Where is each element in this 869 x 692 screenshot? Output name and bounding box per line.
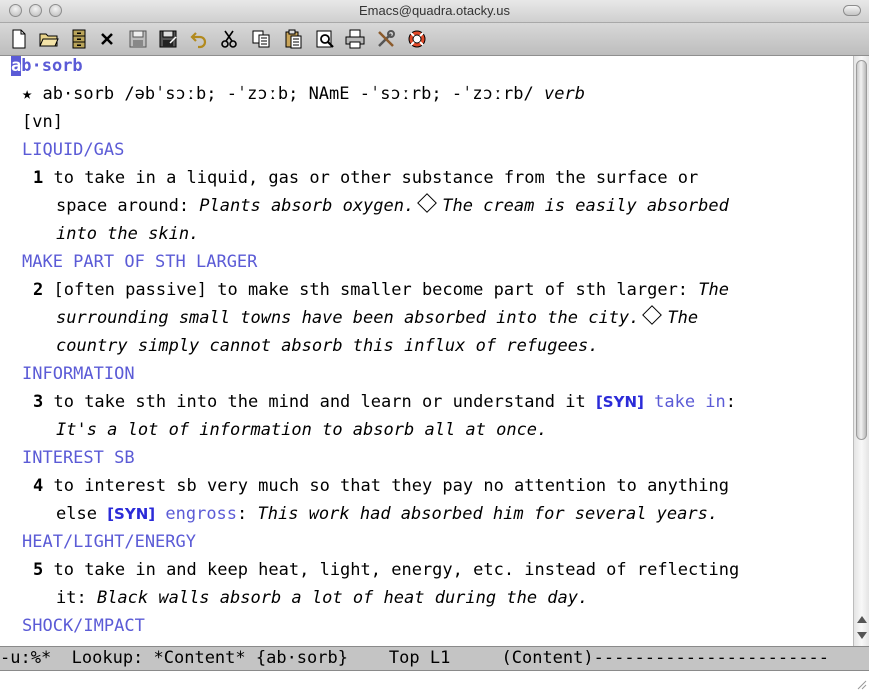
emacs-window: Emacs@quadra.otacky.us ab·sorb ★ ab·sorb… (0, 0, 869, 692)
save-icon[interactable] (127, 28, 149, 50)
dired-cabinet-icon[interactable] (68, 28, 90, 50)
scroll-thumb[interactable] (856, 60, 867, 440)
scroll-down-arrow-icon[interactable] (857, 632, 867, 639)
search-icon[interactable] (314, 28, 336, 50)
minibuffer[interactable] (0, 671, 869, 692)
example-separator-icon (642, 305, 663, 325)
sense-2-line-2: surrounding small towns have been absorb… (56, 304, 698, 332)
sense-1-line-1: 1 to take in a liquid, gas or other subs… (33, 168, 699, 188)
section-label: INTEREST SB (22, 448, 135, 468)
resize-grip-icon[interactable] (855, 678, 867, 690)
example-separator-icon (417, 193, 438, 213)
toolbar (0, 23, 869, 56)
open-folder-icon[interactable] (38, 28, 60, 50)
vertical-scrollbar[interactable] (853, 56, 869, 646)
preferences-icon[interactable] (375, 28, 397, 50)
text-cursor: a (11, 56, 22, 76)
headword-line: ab·sorb (11, 56, 83, 80)
syn-badge: [SYN] (595, 393, 644, 411)
paste-icon[interactable] (282, 28, 304, 50)
scroll-up-arrow-icon[interactable] (857, 616, 867, 623)
sense-1-line-3: into the skin. (56, 224, 200, 244)
sense-1-line-2: space around: Plants absorb oxygen. The c… (56, 192, 729, 220)
cut-icon[interactable] (218, 28, 240, 50)
sense-4-line-2: else [SYN] engross: This work had absorb… (56, 504, 719, 524)
undo-icon[interactable] (188, 28, 210, 50)
save-as-icon[interactable] (157, 28, 179, 50)
mode-line: -u:%* Lookup: *Content* {ab·sorb} Top L1… (0, 646, 869, 671)
help-icon[interactable] (406, 28, 428, 50)
sense-5-line-2: it: Black walls absorb a lot of heat dur… (56, 588, 589, 608)
text-buffer[interactable]: ab·sorb ★ ab·sorb /əbˈsɔːb; -ˈzɔːb; NAmE… (0, 56, 853, 646)
synonym-link[interactable]: take in (654, 392, 726, 412)
section-label: HEAT/LIGHT/ENERGY (22, 532, 196, 552)
sense-3-line-2: It's a lot of information to absorb all … (56, 420, 548, 440)
section-label: SHOCK/IMPACT (22, 616, 145, 636)
section-label: MAKE PART OF STH LARGER (22, 252, 258, 272)
copy-icon[interactable] (250, 28, 272, 50)
sense-4-line-1: 4 to interest sb very much so that they … (33, 476, 729, 496)
sense-2-line-3: country simply cannot absorb this influx… (56, 336, 599, 356)
pronunciation-line: ★ ab·sorb /əbˈsɔːb; -ˈzɔːb; NAmE -ˈsɔːrb… (22, 80, 585, 108)
close-buffer-icon[interactable] (96, 28, 118, 50)
print-icon[interactable] (344, 28, 366, 50)
title-bar: Emacs@quadra.otacky.us (0, 0, 869, 23)
section-label: INFORMATION (22, 364, 135, 384)
window-title: Emacs@quadra.otacky.us (359, 3, 510, 18)
grammar-code: [vn] (22, 112, 63, 132)
new-file-icon[interactable] (8, 28, 30, 50)
part-of-speech: verb (543, 84, 585, 104)
sense-3-line-1: 3 to take sth into the mind and learn or… (33, 392, 737, 412)
synonym-link[interactable]: engross (165, 504, 237, 524)
sense-2-line-1: 2 [often passive] to make sth smaller be… (33, 280, 729, 300)
syn-badge: [SYN] (107, 505, 156, 523)
headword: b·sorb (21, 56, 83, 76)
sense-5-line-1: 5 to take in and keep heat, light, energ… (33, 560, 740, 580)
section-label: LIQUID/GAS (22, 140, 125, 160)
pronunciation: ★ ab·sorb /əbˈsɔːb; -ˈzɔːb; NAmE -ˈsɔːrb… (22, 84, 544, 104)
toolbar-toggle-button[interactable] (843, 5, 861, 16)
